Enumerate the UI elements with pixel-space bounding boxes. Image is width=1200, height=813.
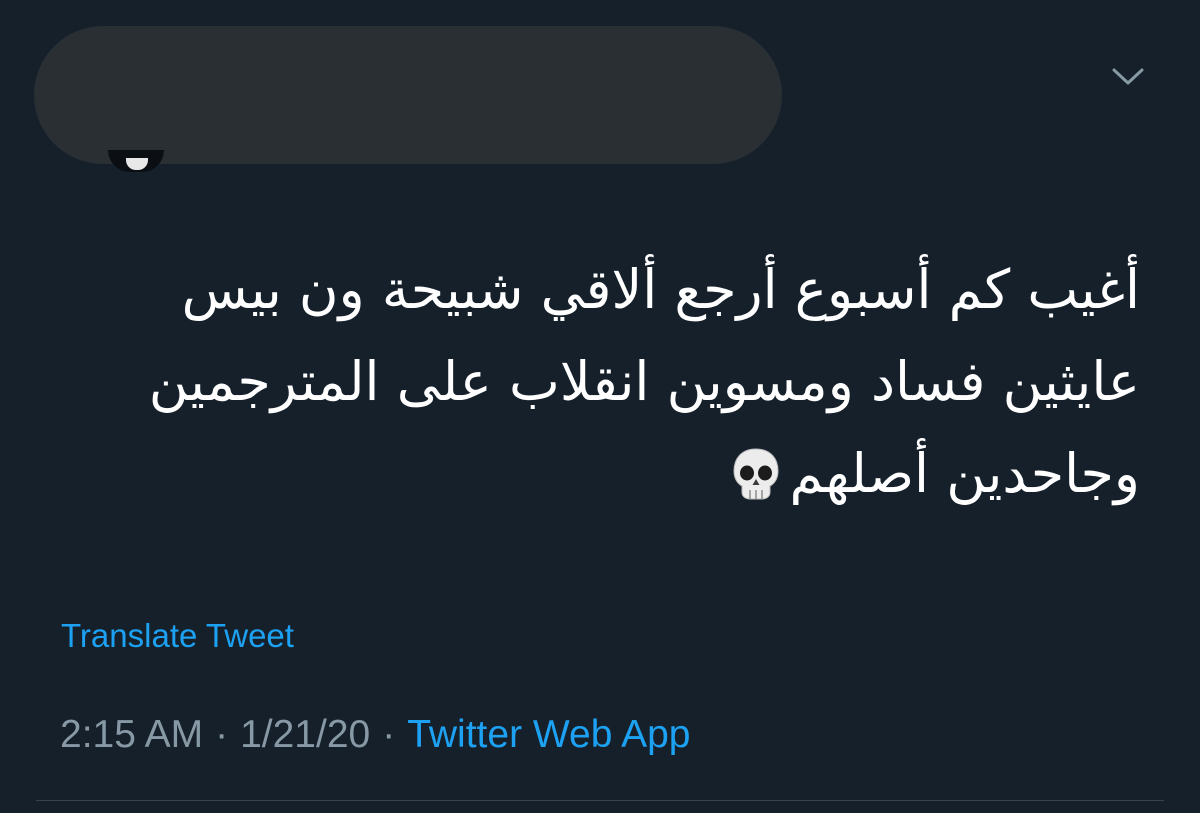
meta-separator: ·: [382, 713, 396, 756]
tweet-text-line: وجاحدين أصلهم: [100, 428, 1140, 520]
tweet-menu-button[interactable]: [1110, 62, 1146, 90]
tweet-text: أغيب كم أسبوع أرجع ألاقي شبيحة ون بيس عا…: [100, 244, 1140, 520]
chevron-down-icon: [1112, 68, 1144, 85]
tweet-text-line: عايثين فساد ومسوين انقلاب على المترجمين: [100, 336, 1140, 428]
tweet-source-link[interactable]: Twitter Web App: [407, 713, 690, 756]
tweet-time[interactable]: 2:15 AM: [60, 713, 203, 756]
tweet-text-line: أغيب كم أسبوع أرجع ألاقي شبيحة ون بيس: [181, 258, 1140, 321]
tweet-date[interactable]: 1/21/20: [240, 713, 370, 756]
tweet-text-line-content: وجاحدين أصلهم: [789, 442, 1141, 505]
divider: [36, 800, 1164, 801]
redacted-author-header: [34, 26, 782, 164]
translate-tweet-link[interactable]: Translate Tweet: [61, 616, 294, 656]
meta-separator: ·: [215, 713, 229, 756]
skull-icon: [732, 448, 779, 500]
tweet-meta: 2:15 AM · 1/21/20 · Twitter Web App: [60, 712, 690, 758]
avatar[interactable]: [108, 150, 164, 172]
tweet-text-line-content: عايثين فساد ومسوين انقلاب على المترجمين: [148, 350, 1140, 413]
tweet-detail: أغيب كم أسبوع أرجع ألاقي شبيحة ون بيس عا…: [0, 0, 1200, 813]
